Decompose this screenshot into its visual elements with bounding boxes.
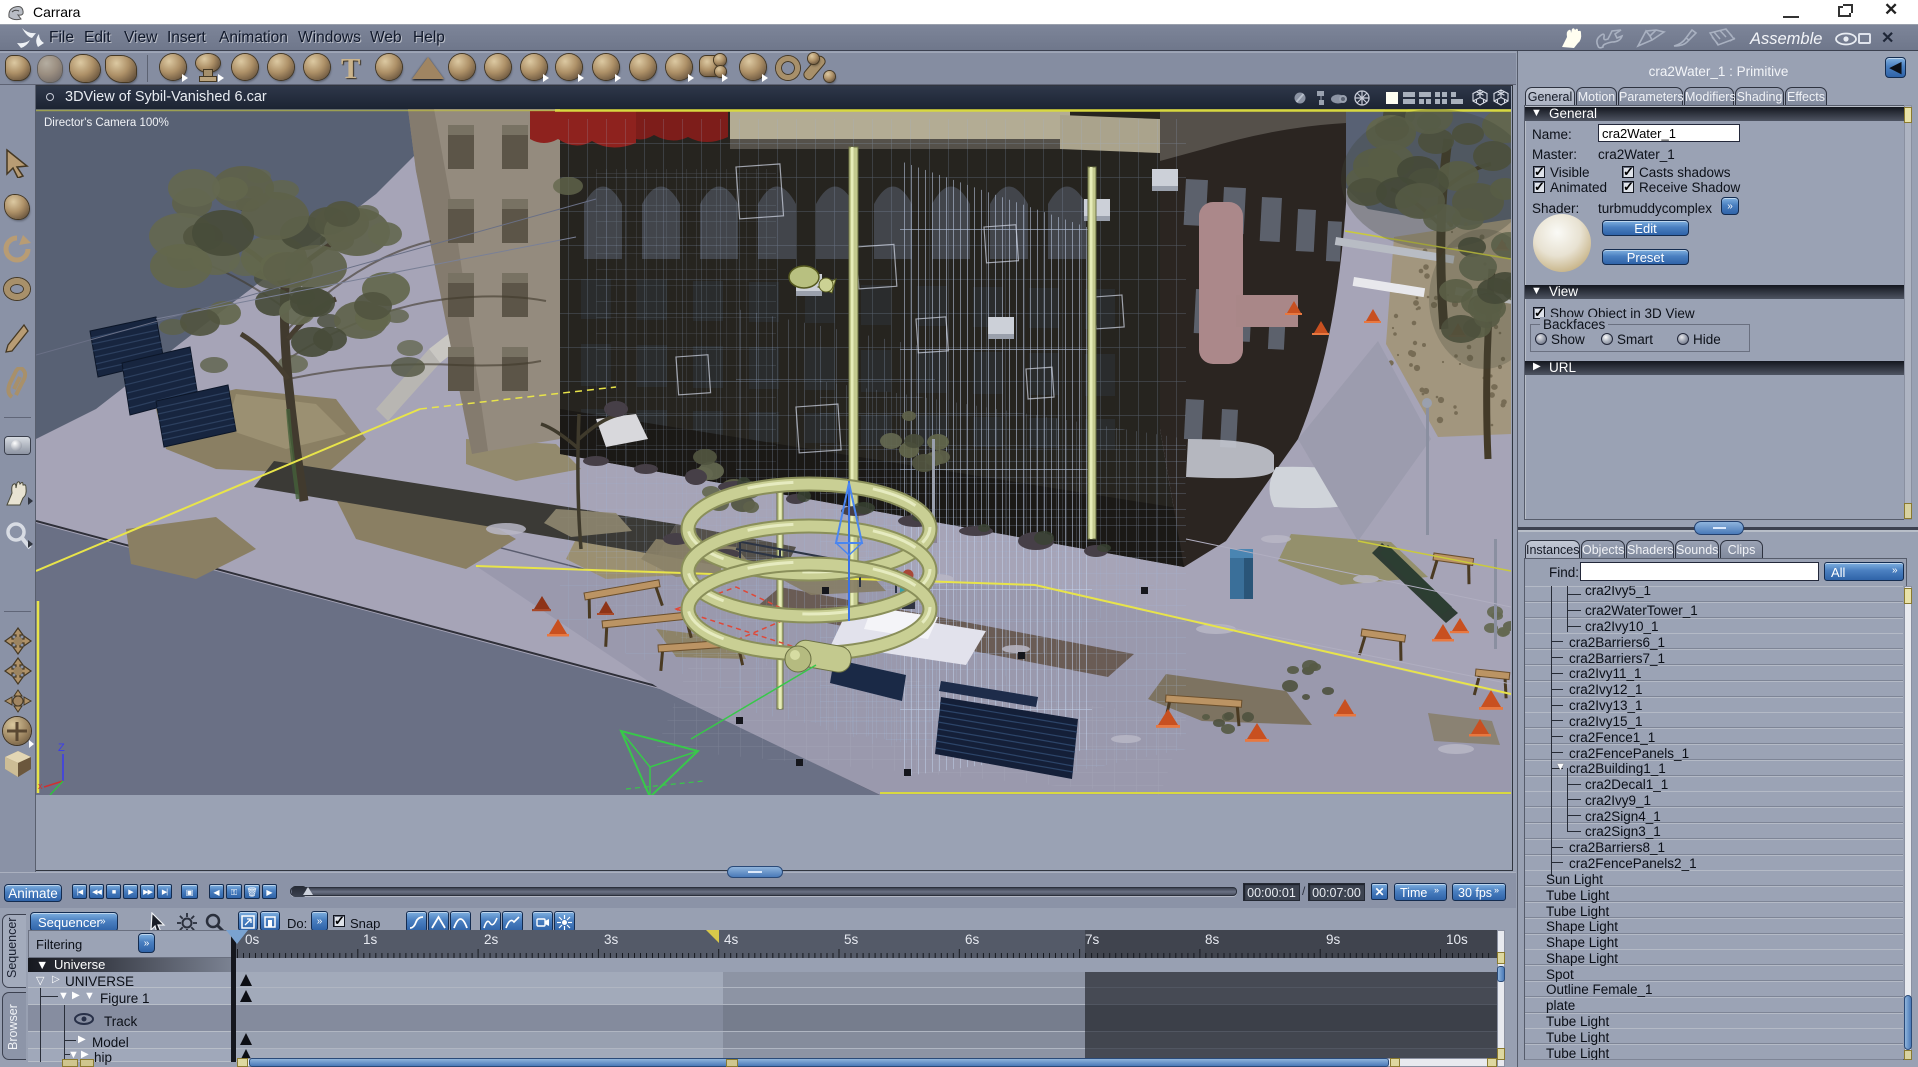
svg-text:4s: 4s [724,932,739,947]
svg-text:10s: 10s [1446,932,1468,947]
svg-text:2s: 2s [484,932,499,947]
svg-text:8s: 8s [1205,932,1220,947]
svg-text:6s: 6s [965,932,980,947]
svg-text:7s: 7s [1085,932,1100,947]
svg-text:9s: 9s [1326,932,1341,947]
svg-text:3s: 3s [604,932,619,947]
svg-text:Z: Z [58,742,65,754]
svg-text:1s: 1s [363,932,378,947]
svg-text:x: x [38,781,43,791]
svg-text:5s: 5s [844,932,859,947]
svg-text:Director's Camera 100%: Director's Camera 100% [44,117,169,129]
